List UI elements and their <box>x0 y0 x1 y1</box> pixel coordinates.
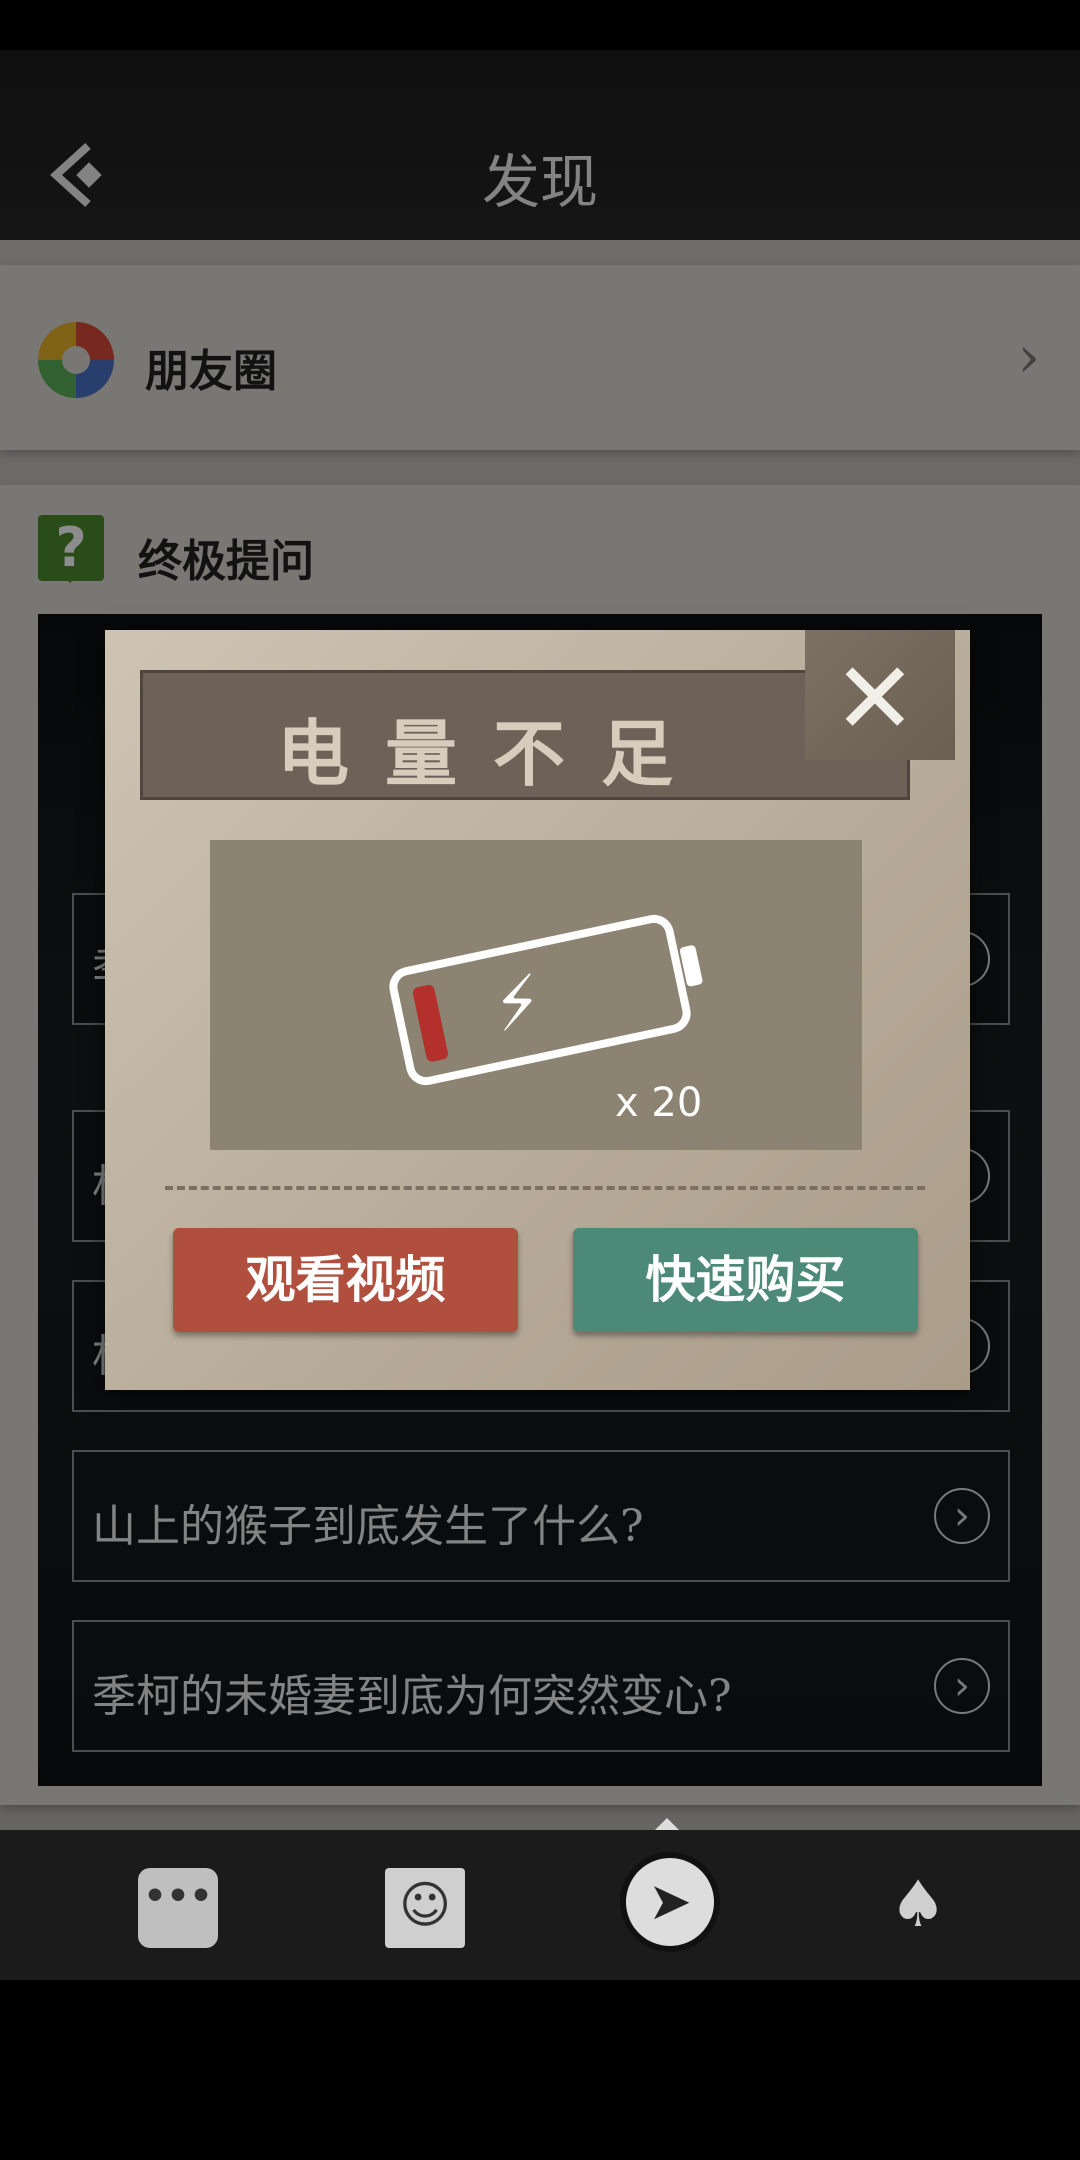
tab-contacts-icon[interactable]: ☺ <box>385 1868 465 1948</box>
dialog-title-banner: 电量不足 <box>140 670 910 800</box>
tab-chat-icon[interactable]: ••• <box>138 1868 218 1948</box>
bottom-blank <box>0 1980 1080 2160</box>
tab-discover-compass-icon[interactable]: ➤ <box>620 1852 720 1952</box>
tab-me-icon[interactable]: ♠ <box>878 1868 958 1948</box>
quick-buy-button[interactable]: 快速购买 <box>573 1228 918 1332</box>
low-energy-dialog: 电量不足 ✕ ⚡ x 20 观看视频 快速购买 <box>68 610 982 1406</box>
tab-bar: ••• ☺ ➤ ♠ <box>0 1818 1080 1980</box>
dashed-divider <box>165 1186 925 1190</box>
dialog-title: 电量不足 <box>276 711 709 796</box>
active-tab-pointer <box>655 1818 679 1830</box>
lightning-icon: ⚡ <box>485 958 551 1049</box>
watch-video-button[interactable]: 观看视频 <box>173 1228 518 1332</box>
energy-count: x 20 <box>615 1080 703 1126</box>
close-icon: ✕ <box>833 640 917 757</box>
close-button[interactable]: ✕ <box>805 630 955 760</box>
